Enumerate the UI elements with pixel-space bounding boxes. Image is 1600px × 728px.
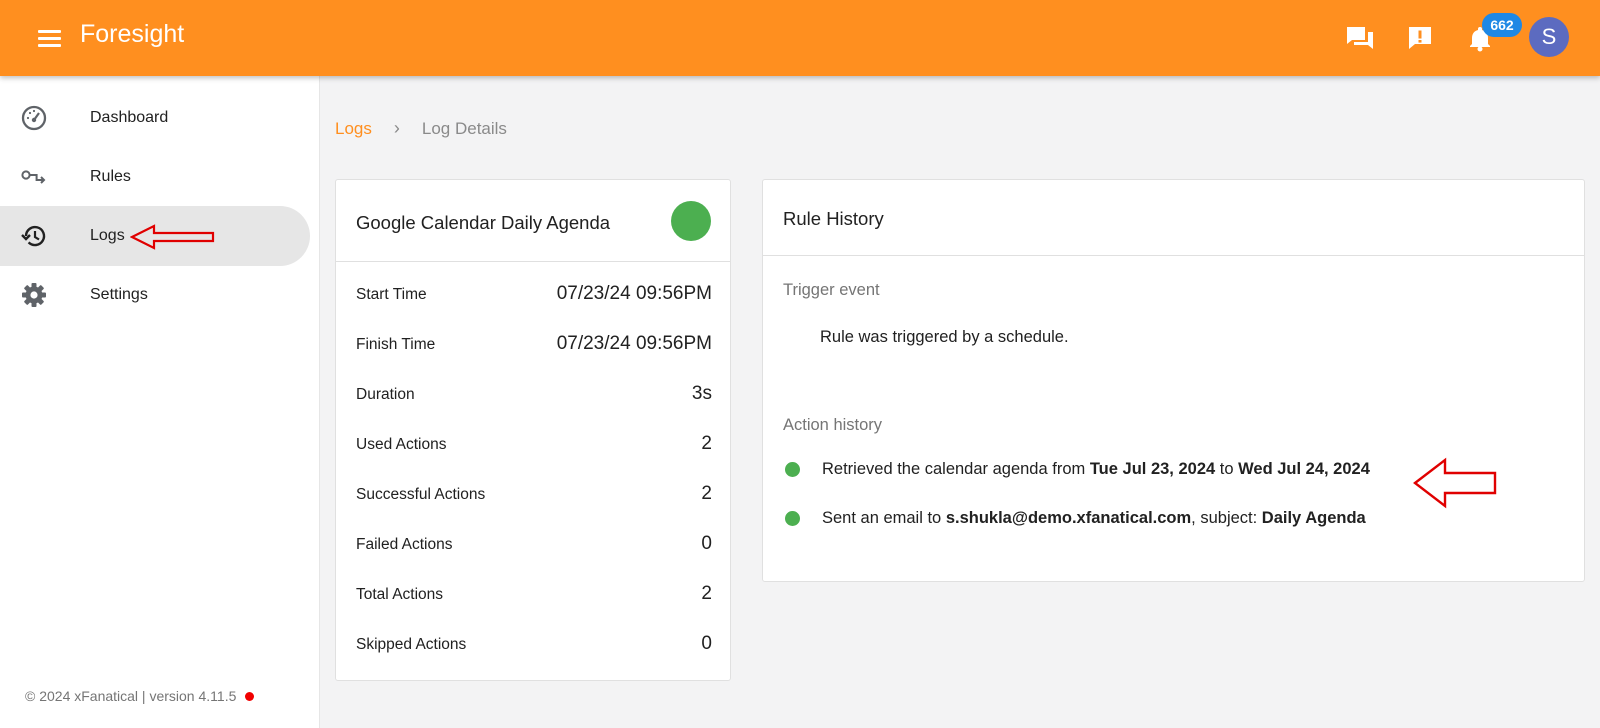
stat-row-total-actions: Total Actions 2	[356, 579, 712, 609]
breadcrumb: Logs › Log Details	[335, 118, 507, 139]
notification-count-badge: 662	[1482, 13, 1522, 37]
stat-label: Failed Actions	[356, 536, 453, 553]
top-app-bar: Foresight 662 S	[0, 0, 1600, 76]
stat-label: Total Actions	[356, 586, 444, 603]
action-text: Sent an email to s.shukla@demo.xfanatica…	[822, 508, 1366, 527]
stat-row-finish-time: Finish Time 07/23/24 09:56PM	[356, 329, 712, 359]
log-summary-card: Google Calendar Daily Agenda Start Time …	[335, 179, 731, 681]
rule-name: Google Calendar Daily Agenda	[356, 212, 611, 233]
sidebar-nav: Dashboard Rules Logs Settings © 2024 xFa…	[0, 76, 320, 728]
trigger-event-text: Rule was triggered by a schedule.	[820, 328, 1069, 346]
rule-history-card: Rule History Trigger event Rule was trig…	[762, 179, 1585, 582]
sidebar-item-settings[interactable]: Settings	[0, 265, 310, 325]
stat-value: 2	[701, 483, 712, 504]
sidebar-item-label: Settings	[90, 286, 148, 303]
action-text: Retrieved the calendar agenda from Tue J…	[822, 459, 1370, 478]
stat-label: Successful Actions	[356, 486, 486, 503]
stat-row-skipped-actions: Skipped Actions 0	[356, 629, 712, 659]
sidebar-item-label: Rules	[90, 168, 131, 185]
action-success-dot	[785, 510, 800, 526]
stat-value: 2	[701, 583, 712, 604]
feedback-chat-icon[interactable]	[1342, 20, 1378, 56]
stat-value: 0	[701, 633, 712, 654]
breadcrumb-separator: ›	[393, 118, 400, 138]
sidebar-item-label: Dashboard	[90, 109, 169, 126]
report-issue-icon[interactable]	[1402, 20, 1438, 56]
stat-value: 3s	[691, 383, 712, 404]
version-footer: © 2024 xFanatical | version 4.11.5	[25, 688, 255, 704]
stat-value: 07/23/24 09:56PM	[556, 333, 712, 354]
app-title: Foresight	[80, 20, 185, 48]
hamburger-menu-icon[interactable]	[34, 24, 64, 52]
history-icon	[20, 222, 48, 250]
stat-row-start-time: Start Time 07/23/24 09:56PM	[356, 279, 712, 309]
rule-flow-icon	[20, 163, 48, 191]
stat-label: Used Actions	[356, 436, 447, 453]
gear-icon	[20, 281, 48, 309]
stat-row-failed-actions: Failed Actions 0	[356, 529, 712, 559]
action-success-dot	[785, 461, 800, 477]
sidebar-item-label: Logs	[90, 227, 125, 244]
breadcrumb-link-logs[interactable]: Logs	[335, 119, 372, 139]
trigger-event-label: Trigger event	[783, 281, 880, 299]
stat-value: 0	[701, 533, 712, 554]
success-status-indicator	[671, 201, 711, 241]
stat-value: 07/23/24 09:56PM	[556, 283, 712, 304]
stat-label: Duration	[356, 386, 415, 403]
action-history-item: Retrieved the calendar agenda from Tue J…	[785, 457, 1370, 481]
stat-row-successful-actions: Successful Actions 2	[356, 479, 712, 509]
stat-value: 2	[701, 433, 712, 454]
stat-label: Finish Time	[356, 336, 436, 353]
speedometer-icon	[20, 104, 48, 132]
footer-text: © 2024 xFanatical | version 4.11.5	[25, 688, 237, 704]
stat-row-used-actions: Used Actions 2	[356, 429, 712, 459]
stat-label: Start Time	[356, 286, 427, 303]
action-history-item: Sent an email to s.shukla@demo.xfanatica…	[785, 506, 1366, 530]
breadcrumb-current: Log Details	[421, 118, 507, 138]
rule-history-header: Rule History	[763, 180, 1584, 256]
user-avatar[interactable]: S	[1529, 17, 1569, 57]
action-history-label: Action history	[783, 416, 883, 434]
sidebar-item-dashboard[interactable]: Dashboard	[0, 88, 310, 148]
stat-row-duration: Duration 3s	[356, 379, 712, 409]
annotation-arrow-left-icon	[1413, 457, 1497, 509]
log-summary-header: Google Calendar Daily Agenda	[336, 180, 730, 262]
connection-status-dot	[245, 691, 255, 701]
annotation-arrow-left-icon	[130, 224, 215, 250]
sidebar-item-rules[interactable]: Rules	[0, 147, 310, 207]
rule-history-title: Rule History	[783, 208, 884, 229]
stat-label: Skipped Actions	[356, 636, 467, 653]
